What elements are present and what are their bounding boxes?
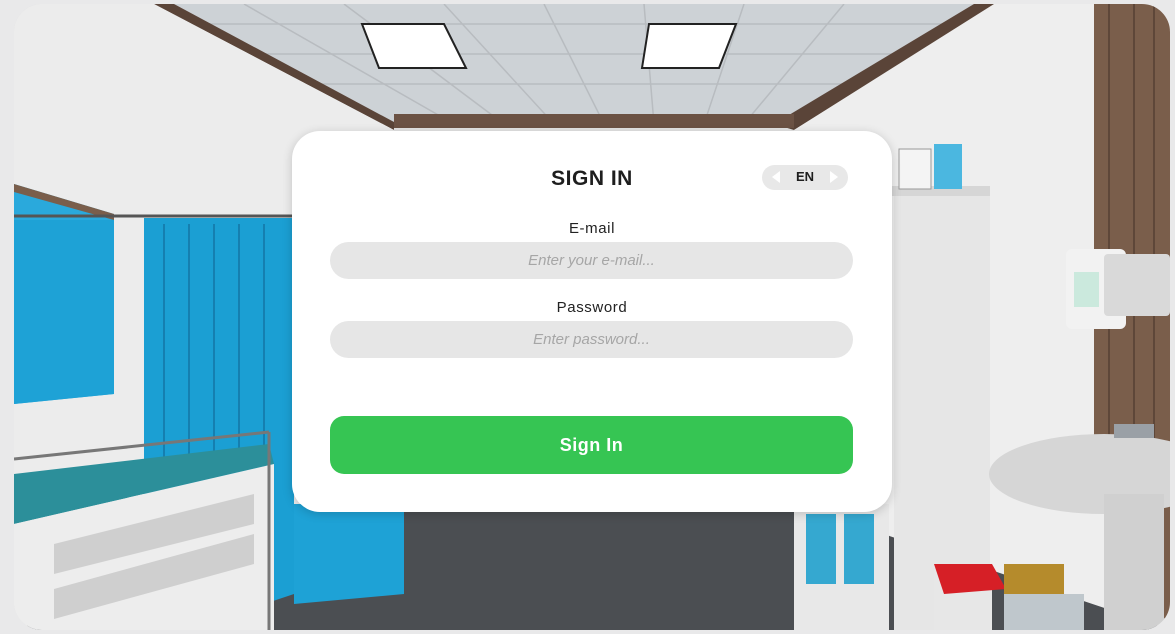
- email-field[interactable]: [330, 242, 853, 279]
- language-selector[interactable]: EN: [762, 165, 848, 190]
- email-label: E-mail: [568, 220, 616, 237]
- sign-in-button[interactable]: Sign In: [330, 416, 853, 474]
- password-label: Password: [556, 299, 628, 316]
- chevron-right-icon[interactable]: [830, 171, 838, 183]
- sign-in-card: SIGN IN EN E-mail Password Sign In: [292, 131, 892, 512]
- app-window: SIGN IN EN E-mail Password Sign In: [0, 0, 1175, 634]
- password-field[interactable]: [330, 321, 853, 358]
